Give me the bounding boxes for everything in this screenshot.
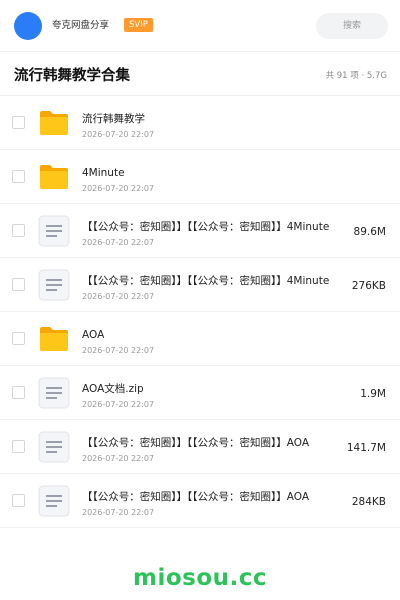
file-row[interactable]: 【【公众号：密知圈】】【【公众号：密知圈】】AOA 2026-07-20 22:0… — [0, 474, 400, 528]
item-name: 【【公众号：密知圈】】【【公众号：密知圈】】4Minute — [82, 275, 330, 287]
folder-header: 流行韩舞教学合集 共 91 项 · 5.7G — [0, 53, 400, 96]
file-row[interactable]: AOA文档.zip 2026-07-20 22:07 1.9M — [0, 366, 400, 420]
item-size: 284KB — [351, 496, 386, 508]
item-date: 2026-07-20 22:07 — [82, 346, 155, 355]
item-name: 4Minute — [82, 167, 125, 179]
top-bar: 夸克网盘分享 SVIP 搜索 — [0, 0, 400, 52]
folder-row[interactable]: AOA 2026-07-20 22:07 — [0, 312, 400, 366]
document-icon — [38, 215, 70, 247]
file-row[interactable]: 【【公众号：密知圈】】【【公众号：密知圈】】AOA 2026-07-20 22:0… — [0, 420, 400, 474]
item-name: 【【公众号：密知圈】】【【公众号：密知圈】】4Minute — [82, 221, 330, 233]
select-checkbox[interactable] — [12, 440, 25, 453]
item-name: 【【公众号：密知圈】】【【公众号：密知圈】】AOA — [82, 491, 310, 503]
item-size: 276KB — [351, 280, 386, 292]
item-date: 2026-07-20 22:07 — [82, 238, 155, 247]
folder-icon — [38, 161, 70, 193]
folder-icon — [38, 323, 70, 355]
item-name: AOA — [82, 329, 105, 341]
file-list: 流行韩舞教学 2026-07-20 22:07 4Minute 2026-07-20 … — [0, 96, 400, 528]
file-row[interactable]: 【【公众号：密知圈】】【【公众号：密知圈】】4Minute 2026-07-20 … — [0, 204, 400, 258]
file-summary: 共 91 项 · 5.7G — [325, 71, 387, 81]
item-size: 141.7M — [346, 442, 386, 454]
item-date: 2026-07-20 22:07 — [82, 130, 155, 139]
item-size: 1.9M — [360, 388, 386, 400]
folder-row[interactable]: 流行韩舞教学 2026-07-20 22:07 — [0, 96, 400, 150]
page-title: 流行韩舞教学合集 — [14, 68, 130, 84]
search-button[interactable]: 搜索 — [316, 13, 388, 39]
file-row[interactable]: 【【公众号：密知圈】】【【公众号：密知圈】】4Minute 2026-07-20 … — [0, 258, 400, 312]
document-icon — [38, 485, 70, 517]
document-icon — [38, 377, 70, 409]
item-name: 【【公众号：密知圈】】【【公众号：密知圈】】AOA — [82, 437, 310, 449]
item-name: AOA文档.zip — [82, 383, 144, 395]
document-icon — [38, 431, 70, 463]
svip-badge: SVIP — [124, 18, 153, 32]
avatar[interactable] — [14, 12, 42, 40]
item-name: 流行韩舞教学 — [82, 113, 145, 125]
document-icon — [38, 269, 70, 301]
select-checkbox[interactable] — [12, 332, 25, 345]
item-size: 89.6M — [353, 226, 386, 238]
select-checkbox[interactable] — [12, 170, 25, 183]
folder-row[interactable]: 4Minute 2026-07-20 22:07 — [0, 150, 400, 204]
item-date: 2026-07-20 22:07 — [82, 292, 155, 301]
select-checkbox[interactable] — [12, 116, 25, 129]
item-date: 2026-07-20 22:07 — [82, 454, 155, 463]
item-date: 2026-07-20 22:07 — [82, 400, 155, 409]
select-checkbox[interactable] — [12, 278, 25, 291]
select-checkbox[interactable] — [12, 224, 25, 237]
item-date: 2026-07-20 22:07 — [82, 508, 155, 517]
item-date: 2026-07-20 22:07 — [82, 184, 155, 193]
sharer-label: 夸克网盘分享 — [52, 20, 110, 31]
folder-icon — [38, 107, 70, 139]
select-checkbox[interactable] — [12, 386, 25, 399]
select-checkbox[interactable] — [12, 494, 25, 507]
site-watermark: miosou.cc — [132, 565, 268, 591]
